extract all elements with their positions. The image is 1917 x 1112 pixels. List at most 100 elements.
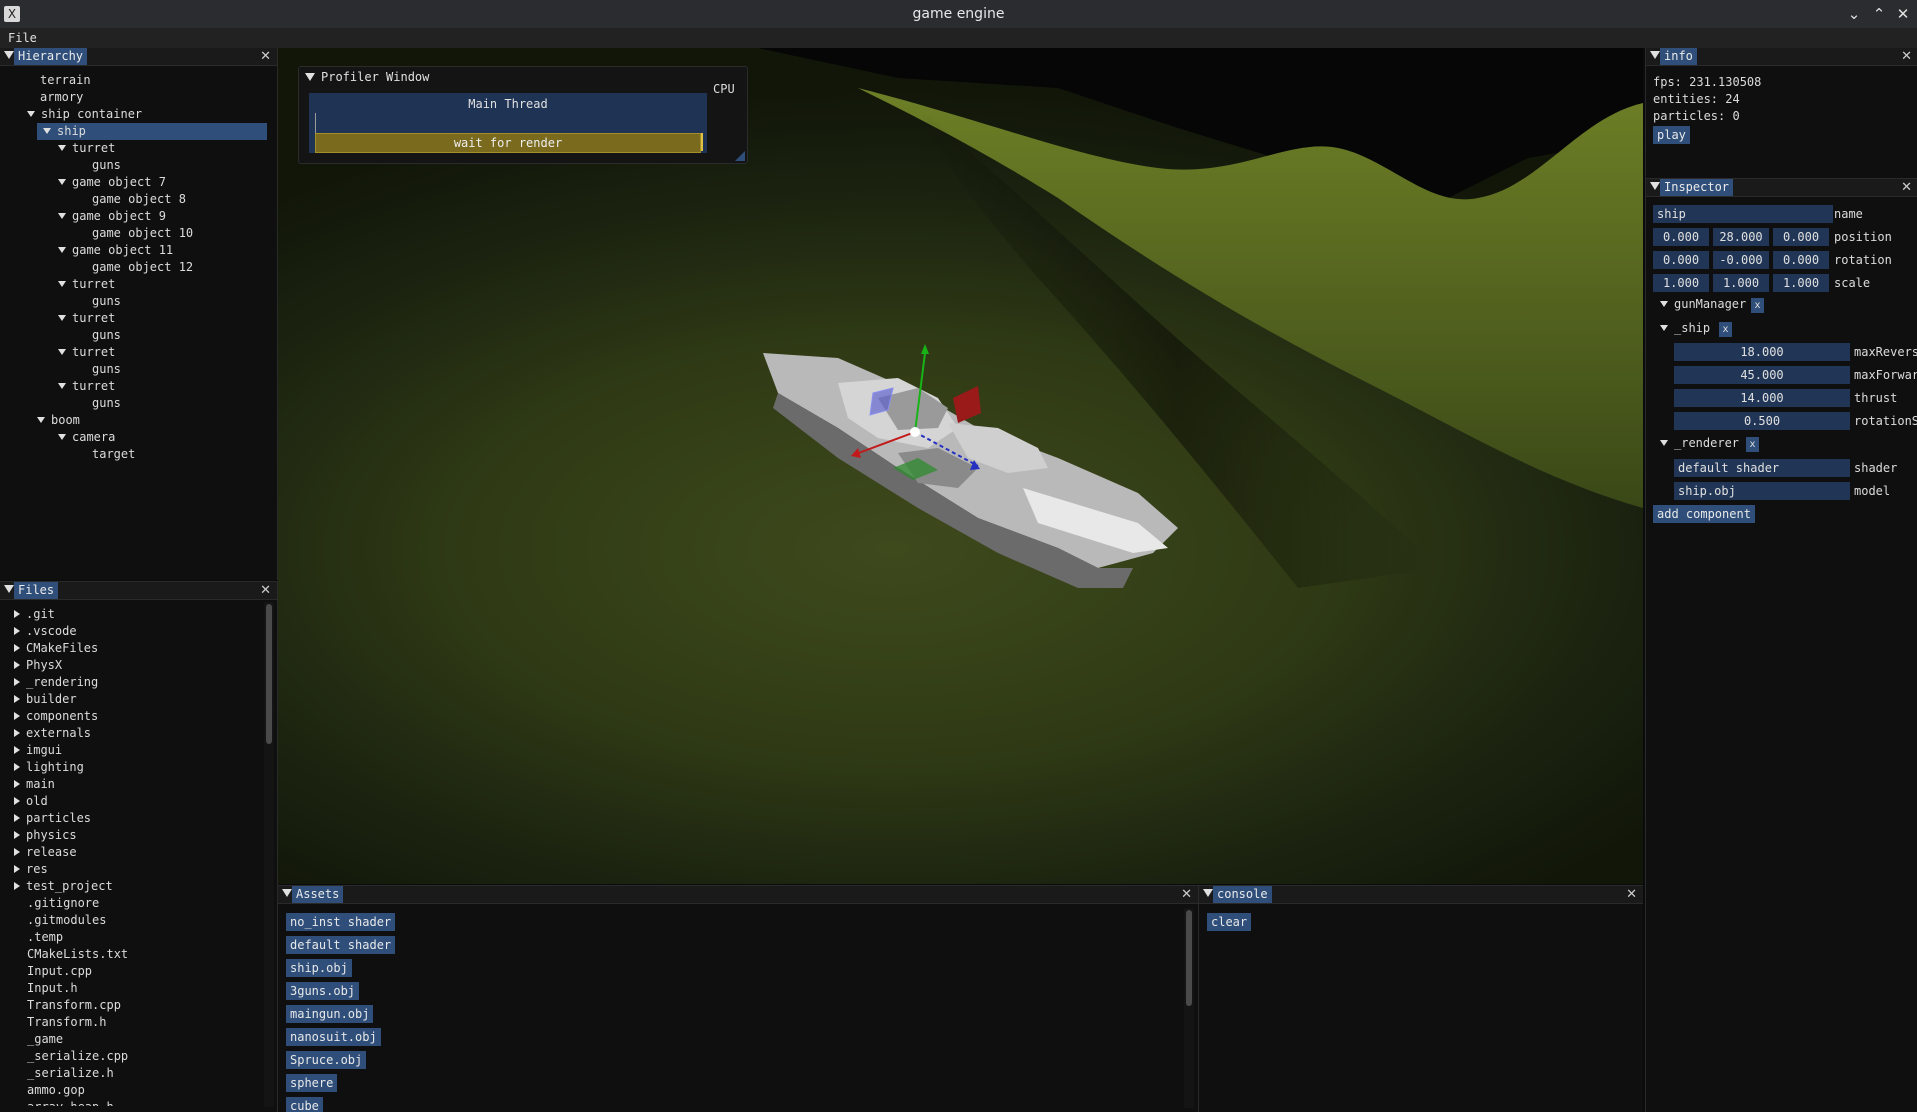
- expand-icon[interactable]: [14, 678, 20, 686]
- hierarchy-item[interactable]: turret: [58, 276, 115, 293]
- file-item[interactable]: .gitmodules: [27, 912, 106, 929]
- hierarchy-item[interactable]: turret: [58, 344, 115, 361]
- renderer-component[interactable]: _renderer: [1660, 434, 1739, 452]
- hierarchy-item[interactable]: camera: [58, 429, 115, 446]
- asset-item[interactable]: cube: [286, 1097, 323, 1112]
- folder-item[interactable]: CMakeFiles: [14, 640, 98, 657]
- assets-scrollbar-thumb[interactable]: [1186, 910, 1192, 1006]
- expand-icon[interactable]: [58, 247, 66, 253]
- hierarchy-item[interactable]: game object 9: [58, 208, 166, 225]
- asset-item[interactable]: nanosuit.obj: [286, 1028, 381, 1046]
- folder-item[interactable]: lighting: [14, 759, 84, 776]
- expand-icon[interactable]: [58, 315, 66, 321]
- info-tab[interactable]: info: [1660, 48, 1697, 65]
- ship-field[interactable]: 14.000: [1674, 389, 1850, 407]
- collapse-icon[interactable]: [1650, 51, 1660, 59]
- expand-icon[interactable]: [14, 763, 20, 771]
- chevron-down-icon[interactable]: ⌄: [1844, 4, 1864, 24]
- file-item[interactable]: .temp: [27, 929, 63, 946]
- ship-field[interactable]: 18.000: [1674, 343, 1850, 361]
- expand-icon[interactable]: [14, 814, 20, 822]
- asset-item[interactable]: sphere: [286, 1074, 338, 1092]
- console-tab[interactable]: console: [1213, 886, 1272, 903]
- close-icon[interactable]: ✕: [1901, 48, 1912, 65]
- close-icon[interactable]: ✕: [260, 48, 271, 65]
- hierarchy-item[interactable]: game object 10: [92, 225, 193, 242]
- hierarchy-item[interactable]: target: [92, 446, 135, 463]
- remove-renderer-button[interactable]: x: [1746, 437, 1759, 452]
- folder-item[interactable]: PhysX: [14, 657, 62, 674]
- collapse-icon[interactable]: [4, 51, 14, 59]
- hierarchy-item[interactable]: terrain: [40, 72, 91, 89]
- expand-icon[interactable]: [14, 865, 20, 873]
- hierarchy-item[interactable]: boom: [37, 412, 80, 429]
- expand-icon[interactable]: [58, 349, 66, 355]
- menu-file[interactable]: File: [8, 31, 37, 45]
- expand-icon[interactable]: [37, 417, 45, 423]
- ship-field[interactable]: 45.000: [1674, 366, 1850, 384]
- expand-icon[interactable]: [58, 434, 66, 440]
- close-icon[interactable]: ✕: [1901, 179, 1912, 196]
- expand-icon[interactable]: [14, 882, 20, 890]
- assets-scrollbar[interactable]: [1184, 908, 1194, 1108]
- hierarchy-item[interactable]: turret: [58, 310, 115, 327]
- expand-icon[interactable]: [14, 848, 20, 856]
- expand-icon[interactable]: [14, 627, 20, 635]
- files-scrollbar-thumb[interactable]: [266, 604, 272, 744]
- file-item[interactable]: Transform.h: [27, 1014, 106, 1031]
- play-button[interactable]: play: [1653, 126, 1690, 144]
- expand-icon[interactable]: [14, 695, 20, 703]
- clear-button[interactable]: clear: [1207, 913, 1252, 931]
- renderer-field[interactable]: ship.obj: [1674, 482, 1850, 500]
- file-item[interactable]: Input.h: [27, 980, 78, 997]
- rotation-y-field[interactable]: -0.000: [1713, 251, 1769, 269]
- close-icon[interactable]: ✕: [1893, 4, 1913, 24]
- folder-item[interactable]: .git: [14, 606, 55, 623]
- file-item[interactable]: CMakeLists.txt: [27, 946, 128, 963]
- close-icon[interactable]: ✕: [260, 582, 271, 599]
- position-x-field[interactable]: 0.000: [1653, 228, 1709, 246]
- file-item[interactable]: Transform.cpp: [27, 997, 121, 1014]
- profiler-window[interactable]: Profiler Window Main Thread wait for ren…: [298, 66, 748, 164]
- hierarchy-item[interactable]: game object 8: [92, 191, 186, 208]
- folder-item[interactable]: components: [14, 708, 98, 725]
- expand-icon[interactable]: [14, 661, 20, 669]
- expand-icon[interactable]: [14, 797, 20, 805]
- folder-item[interactable]: physics: [14, 827, 77, 844]
- gunmanager-component[interactable]: gunManager: [1660, 295, 1746, 313]
- files-tab[interactable]: Files: [14, 582, 59, 599]
- renderer-field[interactable]: default shader: [1674, 459, 1850, 477]
- folder-item[interactable]: particles: [14, 810, 91, 827]
- files-scrollbar[interactable]: [264, 602, 274, 1107]
- name-field[interactable]: ship: [1653, 205, 1833, 223]
- expand-icon[interactable]: [14, 712, 20, 720]
- chevron-up-icon[interactable]: ⌃: [1869, 4, 1889, 24]
- hierarchy-item[interactable]: armory: [40, 89, 83, 106]
- folder-item[interactable]: release: [14, 844, 77, 861]
- folder-item[interactable]: builder: [14, 691, 77, 708]
- expand-icon[interactable]: [14, 780, 20, 788]
- folder-item[interactable]: _rendering: [14, 674, 98, 691]
- resize-grip-icon[interactable]: [735, 151, 745, 161]
- position-y-field[interactable]: 28.000: [1713, 228, 1769, 246]
- collapse-icon[interactable]: [282, 889, 292, 897]
- asset-item[interactable]: default shader: [286, 936, 396, 954]
- add-component-button[interactable]: add component: [1653, 505, 1755, 523]
- expand-icon[interactable]: [14, 610, 20, 618]
- rotation-x-field[interactable]: 0.000: [1653, 251, 1709, 269]
- collapse-icon[interactable]: [305, 73, 315, 81]
- scale-y-field[interactable]: 1.000: [1713, 274, 1769, 292]
- hierarchy-item[interactable]: guns: [92, 293, 121, 310]
- expand-icon[interactable]: [58, 179, 66, 185]
- hierarchy-item[interactable]: guns: [92, 361, 121, 378]
- inspector-tab[interactable]: Inspector: [1660, 179, 1734, 196]
- expand-icon[interactable]: [27, 111, 35, 117]
- asset-item[interactable]: maingun.obj: [286, 1005, 374, 1023]
- expand-icon[interactable]: [58, 281, 66, 287]
- expand-icon[interactable]: [58, 383, 66, 389]
- expand-icon[interactable]: [58, 145, 66, 151]
- scale-z-field[interactable]: 1.000: [1773, 274, 1829, 292]
- folder-item[interactable]: old: [14, 793, 48, 810]
- file-item[interactable]: _game: [27, 1031, 63, 1048]
- folder-item[interactable]: main: [14, 776, 55, 793]
